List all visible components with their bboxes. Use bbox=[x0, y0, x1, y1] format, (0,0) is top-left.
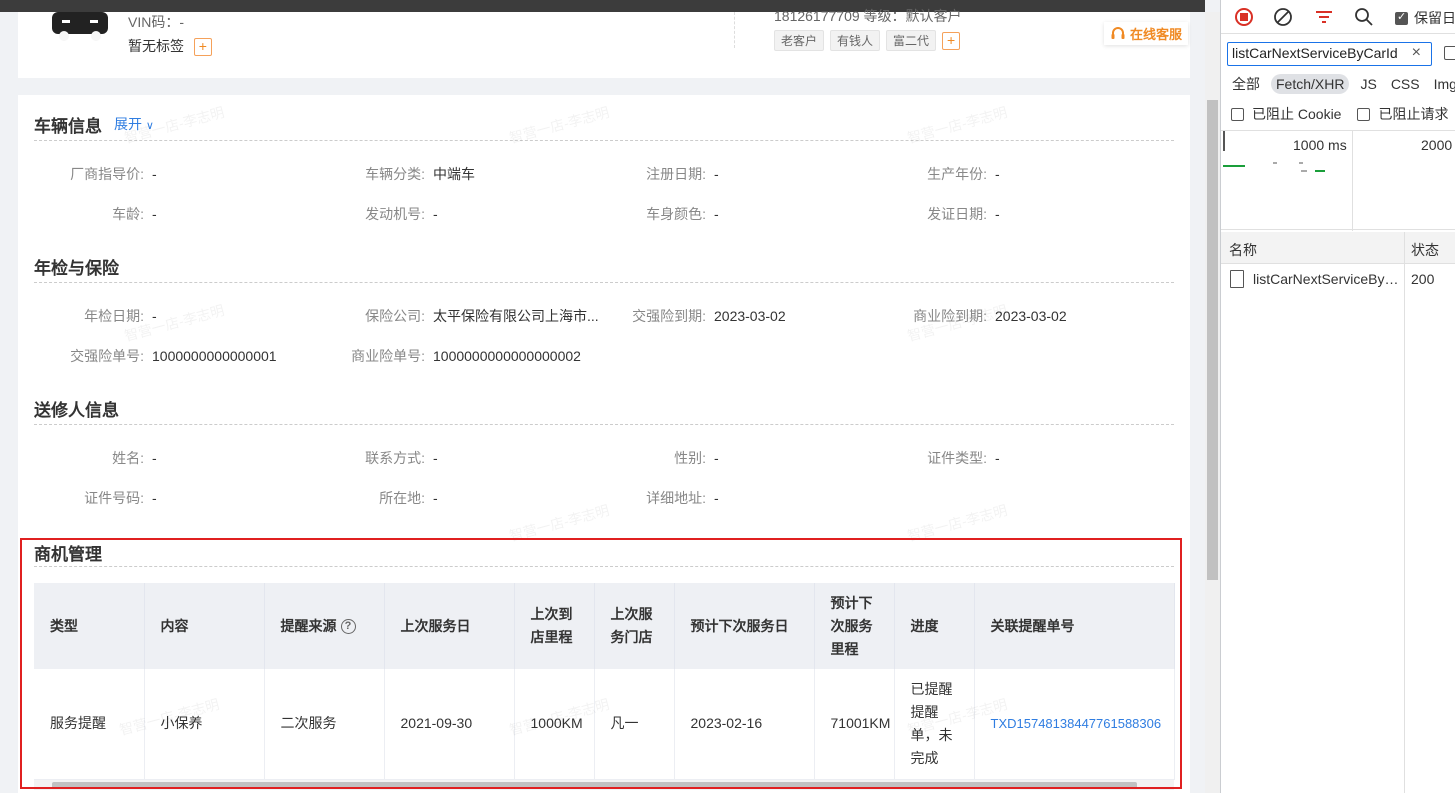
field-vehicle-class: 车辆分类: 中端车 bbox=[365, 166, 475, 182]
field-name: 姓名: - bbox=[112, 450, 157, 466]
watermark: 智营一店-李志明 bbox=[507, 103, 611, 147]
network-filter-input[interactable]: listCarNextServiceByCarId × bbox=[1227, 42, 1432, 66]
inspection-section-title: 年检与保险 bbox=[34, 259, 119, 278]
field-compulsory-no: 交强险单号: 1000000000000001 bbox=[70, 348, 277, 364]
preserve-log-toggle[interactable]: 保留日 bbox=[1395, 8, 1455, 28]
request-name: listCarNextServiceByCarId bbox=[1253, 271, 1401, 287]
field-compulsory-expiry: 交强险到期: 2023-03-02 bbox=[632, 308, 786, 324]
preserve-log-label: 保留日 bbox=[1414, 10, 1455, 26]
field-id-type: 证件类型: - bbox=[927, 450, 1000, 466]
field-issue-date: 发证日期: - bbox=[927, 206, 1000, 222]
phone-level-text: 18126177709 等级：默认客户 bbox=[774, 8, 962, 24]
devtools-panel: 保留日 listCarNextServiceByCarId × 全部 Fetch… bbox=[1220, 0, 1455, 793]
window-top-bar bbox=[0, 0, 1205, 12]
timeline-gridline bbox=[1352, 131, 1353, 231]
search-icon[interactable] bbox=[1354, 7, 1374, 27]
section-divider bbox=[34, 424, 1174, 425]
section-divider bbox=[34, 140, 1174, 141]
sender-section-title: 送修人信息 bbox=[34, 401, 119, 420]
column-divider bbox=[1404, 264, 1405, 793]
request-status: 200 bbox=[1411, 271, 1435, 287]
type-all[interactable]: 全部 bbox=[1229, 72, 1263, 96]
scrollbar-thumb[interactable] bbox=[1207, 100, 1218, 580]
vehicle-section-title: 车辆信息 bbox=[34, 117, 102, 136]
clear-icon[interactable] bbox=[1273, 7, 1293, 27]
field-commercial-expiry: 商业险到期: 2023-03-02 bbox=[913, 308, 1067, 324]
field-inspection-date: 年检日期: - bbox=[84, 308, 157, 324]
timeline-tick: 1000 ms bbox=[1293, 137, 1347, 153]
resource-type-filters: 全部 Fetch/XHR JS CSS Img bbox=[1229, 72, 1455, 96]
field-commercial-no: 商业险单号: 1000000000000000002 bbox=[351, 348, 581, 364]
car-icon bbox=[52, 12, 108, 41]
vin-text: VIN码：- bbox=[128, 14, 184, 30]
customer-card: VIN码：- 暂无标签 + 18126177709 等级：默认客户 老客户 有钱… bbox=[18, 8, 1190, 78]
expand-label: 展开 bbox=[114, 116, 142, 132]
field-insurer: 保险公司: 太平保险有限公司上海市... bbox=[365, 308, 599, 324]
online-service-button[interactable]: 在线客服 bbox=[1104, 22, 1189, 45]
field-location: 所在地: - bbox=[379, 490, 438, 506]
blocked-requests-label: 已阻止请求 bbox=[1378, 106, 1449, 122]
tags-area: 暂无标签 + bbox=[128, 36, 212, 57]
blocked-cookies-label: 已阻止 Cookie bbox=[1252, 106, 1342, 122]
field-address: 详细地址: - bbox=[646, 490, 719, 506]
highlight-box bbox=[20, 538, 1182, 789]
app-window: VIN码：- 暂无标签 + 18126177709 等级：默认客户 老客户 有钱… bbox=[0, 0, 1205, 793]
add-tag-button[interactable]: + bbox=[193, 38, 212, 57]
chevron-down-icon: ∨ bbox=[145, 120, 154, 132]
type-fetch-xhr[interactable]: Fetch/XHR bbox=[1271, 74, 1350, 94]
type-css[interactable]: CSS bbox=[1388, 74, 1423, 94]
expand-toggle[interactable]: 展开 ∨ bbox=[114, 114, 154, 134]
field-register-date: 注册日期: - bbox=[646, 166, 719, 182]
invert-checkbox[interactable] bbox=[1444, 46, 1455, 60]
field-id-number: 证件号码: - bbox=[84, 490, 157, 506]
timeline-bars bbox=[1223, 162, 1325, 172]
filter-value: listCarNextServiceByCarId bbox=[1232, 45, 1398, 61]
tag-item: 有钱人 bbox=[830, 30, 881, 51]
close-icon[interactable]: × bbox=[1412, 44, 1421, 62]
customer-tags: 老客户 有钱人 富二代 + bbox=[774, 30, 961, 51]
field-engine-no: 发动机号: - bbox=[365, 206, 438, 222]
field-body-color: 车身颜色: - bbox=[646, 206, 719, 222]
timeline-start bbox=[1223, 131, 1225, 151]
column-name-header[interactable]: 名称 bbox=[1229, 240, 1257, 260]
vertical-scrollbar[interactable] bbox=[1205, 12, 1220, 793]
checkbox-checked-icon bbox=[1395, 10, 1408, 25]
field-production-year: 生产年份: - bbox=[927, 166, 1000, 182]
tag-item: 老客户 bbox=[774, 30, 825, 51]
tag-item: 富二代 bbox=[886, 30, 937, 51]
request-table-header: 名称 状态 bbox=[1221, 232, 1455, 264]
column-divider bbox=[1404, 232, 1405, 264]
field-msrp: 厂商指导价: - bbox=[70, 166, 157, 182]
online-service-label: 在线客服 bbox=[1130, 27, 1183, 42]
record-icon[interactable] bbox=[1234, 7, 1254, 27]
add-customer-tag-button[interactable]: + bbox=[942, 31, 961, 50]
column-status-header[interactable]: 状态 bbox=[1411, 240, 1439, 260]
timeline-tick: 2000 bbox=[1421, 137, 1453, 153]
type-img[interactable]: Img bbox=[1431, 74, 1455, 94]
watermark: 智营一店-李志明 bbox=[905, 103, 1009, 147]
timeline-overview[interactable]: 1000 ms 2000 bbox=[1221, 130, 1455, 231]
file-icon bbox=[1230, 270, 1244, 288]
blocked-filters: 已阻止 Cookie 已阻止请求 bbox=[1231, 104, 1448, 124]
section-divider bbox=[34, 282, 1174, 283]
field-contact: 联系方式: - bbox=[365, 450, 438, 466]
no-tags-text: 暂无标签 bbox=[128, 38, 184, 54]
request-row[interactable]: listCarNextServiceByCarId 200 bbox=[1221, 264, 1455, 296]
network-toolbar: 保留日 bbox=[1221, 0, 1455, 34]
field-vehicle-age: 车龄: - bbox=[112, 206, 157, 222]
type-js[interactable]: JS bbox=[1357, 74, 1379, 94]
headset-icon bbox=[1111, 26, 1125, 39]
divider bbox=[734, 12, 735, 48]
filter-icon[interactable] bbox=[1314, 7, 1334, 27]
field-gender: 性别: - bbox=[674, 450, 719, 466]
blocked-requests-checkbox[interactable] bbox=[1357, 107, 1371, 121]
blocked-cookies-checkbox[interactable] bbox=[1231, 107, 1244, 121]
